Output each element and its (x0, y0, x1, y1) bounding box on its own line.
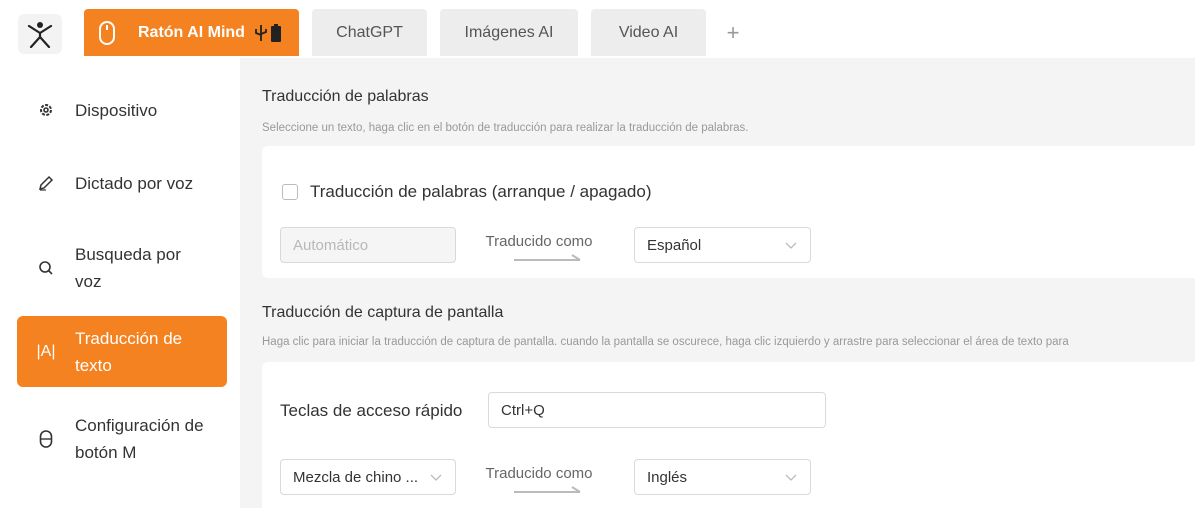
chevron-down-icon (785, 474, 797, 481)
main-content: Traducción de palabras Seleccione un tex… (240, 58, 1195, 508)
word-translation-description: Seleccione un texto, haga clic en el bot… (262, 122, 749, 134)
translated-as-label: Traducido como (485, 233, 593, 250)
add-tab-button[interactable]: + (720, 18, 746, 48)
text-translate-icon: |A| (36, 342, 56, 360)
sidebar-item-configuracion[interactable]: Configuración de botón M (17, 410, 227, 468)
checkbox-label: Traducción de palabras (arranque / apaga… (310, 182, 652, 201)
tab-raton-ai-mind[interactable]: Ratón AI Mind (84, 9, 299, 56)
target-language-select[interactable]: Inglés (634, 459, 811, 495)
sidebar-item-label: Dispositivo (75, 100, 158, 120)
sidebar-item-label: Busqueda por voz (75, 245, 181, 291)
pen-icon (17, 175, 75, 191)
sidebar-item-label: Traducción de texto (75, 328, 183, 375)
screen-translation-card: Teclas de acceso rápido Ctrl+Q Mezcla de… (262, 362, 1195, 508)
hotkey-input[interactable]: Ctrl+Q (488, 392, 826, 428)
tab-chatgpt[interactable]: ChatGPT (312, 9, 427, 56)
hotkey-label: Teclas de acceso rápido (280, 401, 463, 420)
mouse-icon (96, 20, 118, 46)
sidebar-item-dictado[interactable]: Dictado por voz (17, 154, 227, 212)
word-translation-title: Traducción de palabras (262, 88, 429, 105)
tab-video-ai[interactable]: Video AI (591, 9, 706, 56)
chevron-down-icon (785, 242, 797, 249)
tab-bar: Ratón AI Mind ChatGPT Imágenes AI Video … (0, 0, 1195, 58)
source-language-select[interactable]: Mezcla de chino ... (280, 459, 456, 495)
target-language-value: Español (647, 236, 702, 254)
battery-icon (270, 23, 281, 42)
tab-imagenes-ai[interactable]: Imágenes AI (440, 9, 578, 56)
checkbox[interactable] (282, 184, 298, 200)
target-language-select[interactable]: Español (634, 227, 811, 263)
word-translation-toggle[interactable]: Traducción de palabras (arranque / apaga… (282, 182, 651, 202)
arrow-icon (514, 254, 581, 261)
target-language-value: Inglés (647, 468, 688, 486)
search-icon (17, 260, 75, 276)
source-language-value: Mezcla de chino ... (293, 468, 419, 486)
mouse-button-icon (17, 430, 75, 448)
sidebar-item-busqueda[interactable]: Busqueda por voz (17, 239, 227, 297)
usb-icon (255, 24, 267, 41)
source-language-select: Automático (280, 227, 456, 263)
chevron-down-icon (430, 474, 442, 481)
sidebar-item-traduccion[interactable]: |A| Traducción de texto (17, 316, 227, 387)
screen-translation-description: Haga clic para iniciar la traducción de … (262, 336, 1069, 348)
source-language-value: Automático (293, 236, 369, 254)
tab-label: Ratón AI Mind (138, 23, 245, 41)
sidebar-item-label: Configuración de botón M (75, 416, 204, 462)
screen-translation-title: Traducción de captura de pantalla (262, 304, 504, 321)
app-logo[interactable] (18, 14, 62, 54)
stick-figure-icon (27, 22, 53, 48)
hotkey-value: Ctrl+Q (501, 401, 545, 419)
sidebar-item-label: Dictado por voz (75, 173, 194, 193)
sidebar: Dispositivo Dictado por voz Busqueda por… (0, 58, 240, 508)
translated-as-label: Traducido como (485, 465, 593, 482)
word-translation-card: Traducción de palabras (arranque / apaga… (262, 146, 1195, 278)
sidebar-item-dispositivo[interactable]: Dispositivo (17, 92, 227, 128)
arrow-icon (514, 486, 581, 493)
gear-icon (17, 102, 75, 118)
